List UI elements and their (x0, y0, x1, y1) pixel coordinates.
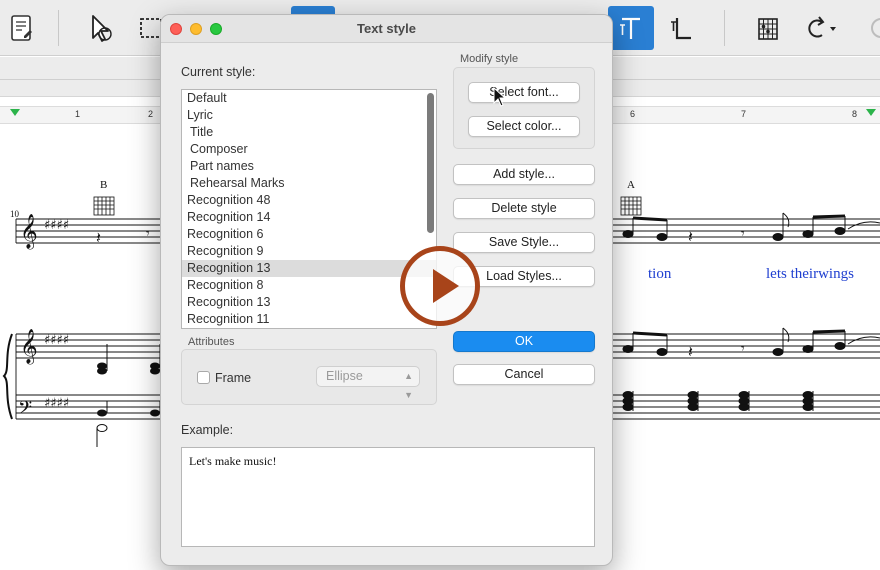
svg-text:♯♯♯♯: ♯♯♯♯ (44, 333, 69, 348)
delete-style-button[interactable]: Delete style (453, 198, 595, 219)
ruler-number: 1 (75, 109, 81, 119)
style-list[interactable]: Default Lyric Title Composer Part names Rehea… (181, 89, 437, 329)
cancel-button[interactable]: Cancel (453, 364, 595, 385)
lyric-tool-icon[interactable] (660, 6, 704, 50)
style-list-item[interactable]: Title (182, 124, 436, 141)
example-label: Example: (181, 423, 234, 437)
ruler-number: 2 (148, 109, 154, 119)
select-color-button[interactable]: Select color... (468, 116, 580, 137)
style-list-item[interactable]: Recognition 9 (182, 243, 436, 260)
attributes-label: Attributes (188, 336, 235, 348)
undo-icon[interactable] (796, 6, 840, 50)
svg-text:𝄽: 𝄽 (688, 342, 693, 361)
lyric-text[interactable]: tion (648, 266, 671, 283)
text-tool-icon[interactable] (608, 6, 654, 50)
text-style-dialog: Text style Current style: Default Lyric Ti… (160, 14, 613, 566)
style-list-item[interactable]: Lyric (182, 107, 436, 124)
style-list-item[interactable]: Recognition 8 (182, 277, 436, 294)
add-style-button[interactable]: Add style... (453, 164, 595, 185)
ok-button[interactable]: OK (453, 331, 595, 352)
style-list-item[interactable]: Recognition 48 (182, 192, 436, 209)
pointer-tool-icon[interactable] (78, 6, 122, 50)
modify-style-group: Select font... Select color... (453, 67, 595, 149)
svg-text:𝄞: 𝄞 (20, 329, 38, 365)
style-list-items: Default Lyric Title Composer Part names Rehea… (182, 90, 436, 328)
chord-name: A (627, 179, 635, 191)
style-list-item[interactable]: Recognition 13 (182, 260, 436, 277)
ruler-number: 6 (630, 109, 636, 119)
mouse-cursor-icon (493, 86, 507, 110)
dialog-title: Text style (356, 21, 416, 36)
svg-text:𝄾: 𝄾 (741, 341, 745, 357)
style-list-item[interactable]: Part names (182, 158, 436, 175)
measure-number: 10 (10, 209, 19, 219)
svg-text:𝄢: 𝄢 (18, 398, 32, 423)
current-style-label: Current style: (181, 65, 256, 79)
modify-style-label: Modify style (460, 53, 519, 65)
ruler-marker[interactable] (866, 109, 876, 116)
svg-text:♯♯♯♯: ♯♯♯♯ (44, 396, 69, 411)
play-video-icon[interactable] (400, 246, 480, 326)
svg-text:𝄾: 𝄾 (741, 226, 745, 242)
style-list-item[interactable]: Recognition 6 (182, 226, 436, 243)
style-list-scrollbar[interactable] (427, 93, 434, 233)
svg-text:𝄾: 𝄾 (146, 226, 150, 242)
example-text: Let's make music! (189, 454, 277, 468)
frame-label: Frame (215, 371, 252, 385)
dialog-titlebar: Text style (161, 15, 612, 43)
play-triangle-icon (433, 269, 459, 303)
svg-text:𝄽: 𝄽 (688, 227, 693, 246)
ruler-number: 8 (852, 109, 858, 119)
ruler-number: 7 (741, 109, 747, 119)
chevron-updown-icon: ▲ ▼ (404, 371, 413, 400)
document-icon[interactable] (0, 6, 44, 50)
lyric-text[interactable]: lets theirwings (766, 266, 854, 283)
style-list-item[interactable]: Recognition 13 (182, 294, 436, 311)
svg-text:𝄞: 𝄞 (20, 214, 38, 250)
style-list-item[interactable]: Default (182, 90, 436, 107)
frame-shape-select: Ellipse ▲ ▼ (316, 366, 420, 400)
frame-checkbox[interactable] (197, 371, 210, 384)
style-list-item[interactable]: Recognition 11 (182, 311, 436, 328)
svg-text:𝄽: 𝄽 (96, 228, 101, 247)
svg-text:♯♯♯♯: ♯♯♯♯ (44, 218, 69, 233)
chord-grid-icon[interactable] (746, 6, 790, 50)
attributes-group: Frame Ellipse ▲ ▼ (181, 349, 437, 405)
style-list-item[interactable]: Composer (182, 141, 436, 158)
save-style-button[interactable]: Save Style... (453, 232, 595, 253)
chord-name: B (100, 179, 108, 191)
example-preview: Let's make music! (181, 447, 595, 547)
redo-icon[interactable] (852, 6, 880, 50)
style-list-item[interactable]: Recognition 14 (182, 209, 436, 226)
select-font-button[interactable]: Select font... (468, 82, 580, 103)
frame-shape-value: Ellipse (326, 369, 363, 383)
ruler-marker[interactable] (10, 109, 20, 116)
style-list-item[interactable]: Rehearsal Marks (182, 175, 436, 192)
